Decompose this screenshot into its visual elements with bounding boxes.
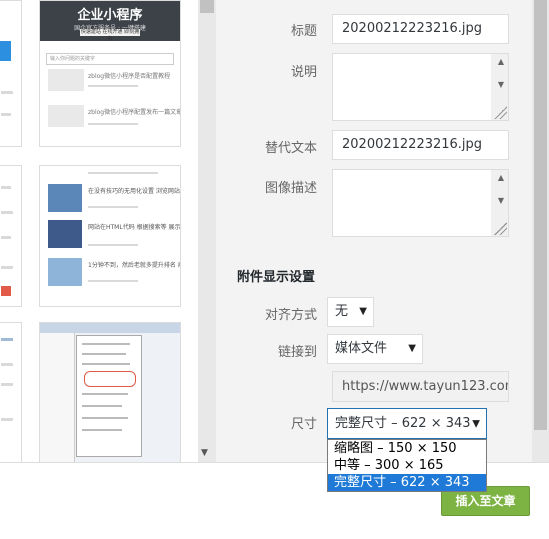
post-title: zblog微信小程序配置发布一篇文章的后台方法 — [88, 109, 180, 116]
title-label: 标题 — [290, 24, 317, 39]
media-thumbnail[interactable] — [0, 0, 22, 147]
size-select[interactable]: 完整尺寸 – 622 × 343 ▼ — [327, 408, 487, 439]
scroll-up-icon[interactable]: ▲ — [498, 57, 504, 66]
size-label: 尺寸 — [290, 417, 317, 432]
align-select[interactable]: 无 ▼ — [327, 297, 374, 327]
post-title: zblog微信小程序是否配置教程 — [88, 73, 171, 80]
caption-label: 说明 — [290, 65, 317, 80]
link-to-select[interactable]: 媒体文件 ▼ — [327, 334, 423, 364]
align-label: 对齐方式 — [264, 308, 317, 323]
post-title: 网站在HTML代码 根据搜索等 展示 对方提升搜索 — [88, 224, 180, 231]
thumbnail-image — [48, 258, 82, 286]
size-option-thumbnail[interactable]: 缩略图 – 150 × 150 — [328, 440, 486, 457]
thumbnail-image — [48, 105, 84, 127]
thumbnail-search-box: 输入你问题的关键字 — [46, 53, 174, 65]
post-title: 1分钟不到，然后老就多提升排名 再次上个10个 — [88, 262, 180, 269]
media-thumbnail[interactable]: 在没有技巧的无用化设置 浏览网站化 网站在HTML代码 根据搜索等 展示 对方提… — [39, 165, 181, 307]
chevron-down-icon: ▼ — [359, 306, 367, 317]
description-textarea[interactable]: ▲ ▼ — [332, 169, 509, 237]
resize-grip-icon[interactable] — [494, 222, 507, 235]
size-option-medium[interactable]: 中等 – 300 × 165 — [328, 457, 486, 474]
scroll-down-icon[interactable]: ▼ — [201, 448, 208, 458]
alt-text-input[interactable]: 20200212223216.jpg — [332, 130, 509, 160]
media-grid: 企业小程序 国企官方服务号 · 一键搭建 快速建站 在线开通 即刻拥有 输入你问… — [0, 0, 198, 462]
size-option-full[interactable]: 完整尺寸 – 622 × 343 — [328, 474, 486, 491]
align-value: 无 — [335, 304, 349, 319]
alt-text-label: 替代文本 — [264, 141, 317, 156]
banner-tagline: 快速建站 在线开通 即刻拥有 — [80, 29, 140, 42]
banner-title: 企业小程序 — [77, 8, 143, 23]
window-scrollbar[interactable] — [532, 0, 549, 462]
chevron-down-icon: ▼ — [472, 418, 480, 429]
media-thumbnail[interactable] — [39, 322, 181, 462]
media-thumbnail[interactable] — [0, 165, 22, 307]
attachment-display-settings-heading: 附件显示设置 — [237, 270, 316, 285]
post-title: 在没有技巧的无用化设置 浏览网站化 — [88, 188, 180, 195]
thumbnail-image — [48, 220, 82, 248]
attachment-details-panel: 标题 20200212223216.jpg 说明 ▲ ▼ 替代文本 202002… — [216, 0, 532, 462]
thumbnail-image — [1, 286, 11, 296]
media-grid-scrollbar[interactable]: ▼ — [198, 0, 216, 462]
scrollbar-thumb[interactable] — [200, 0, 214, 13]
thumbnail-image — [48, 184, 82, 212]
link-to-label: 链接到 — [277, 345, 317, 360]
link-to-value: 媒体文件 — [335, 341, 388, 356]
link-url-field[interactable]: https://www.tayun123.com/ — [332, 371, 509, 402]
scroll-down-icon[interactable]: ▼ — [498, 80, 504, 89]
media-thumbnail[interactable] — [0, 322, 22, 462]
scrollbar-thumb[interactable] — [534, 0, 547, 430]
size-dropdown-list[interactable]: 缩略图 – 150 × 150 中等 – 300 × 165 完整尺寸 – 62… — [327, 439, 487, 492]
caption-textarea[interactable]: ▲ ▼ — [332, 53, 509, 121]
scroll-up-icon[interactable]: ▲ — [498, 173, 504, 182]
title-input[interactable]: 20200212223216.jpg — [332, 14, 509, 44]
size-value: 完整尺寸 – 622 × 343 — [335, 416, 471, 431]
media-thumbnail[interactable]: 企业小程序 国企官方服务号 · 一键搭建 快速建站 在线开通 即刻拥有 输入你问… — [39, 0, 181, 147]
resize-grip-icon[interactable] — [494, 106, 507, 119]
thumbnail-image — [48, 69, 84, 91]
description-label: 图像描述 — [264, 181, 317, 196]
chevron-down-icon: ▼ — [408, 343, 416, 354]
scroll-down-icon[interactable]: ▼ — [498, 196, 504, 205]
thumbnail-image — [0, 41, 11, 61]
